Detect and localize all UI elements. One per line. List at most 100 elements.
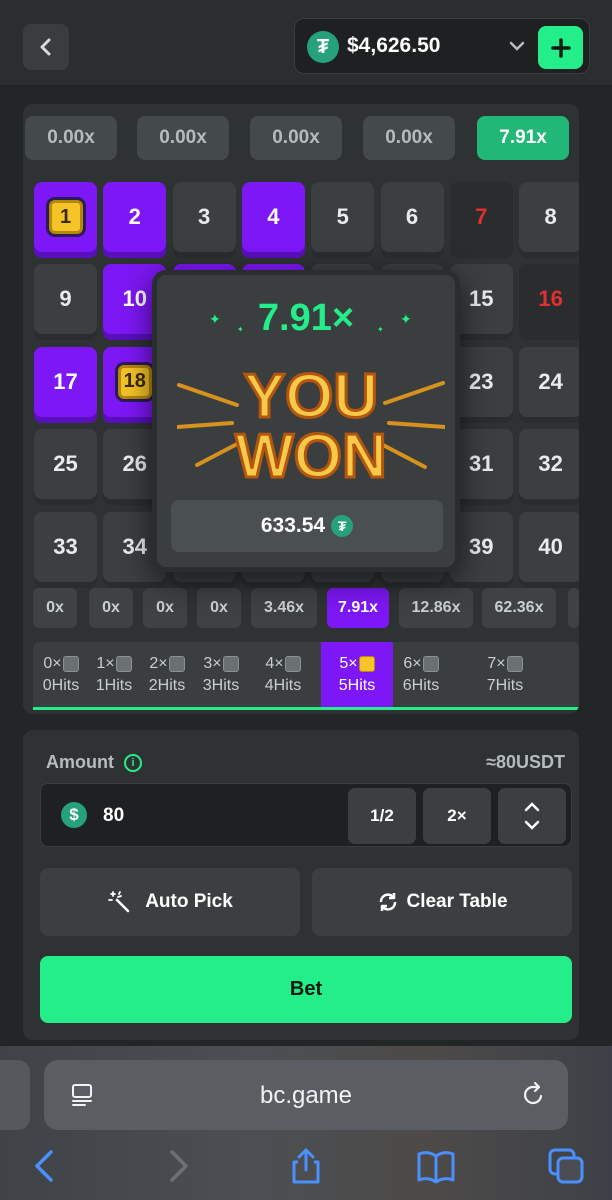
hits-count-label: 3× (203, 654, 222, 672)
payout-multiplier: 0x (89, 588, 133, 628)
keno-tile[interactable]: 33 (34, 511, 97, 588)
payout-multiplier: 0x (143, 588, 187, 628)
payout-multiplier: 62.36x (482, 588, 556, 628)
hits-label: 0Hits (42, 676, 80, 694)
balance-selector[interactable]: ₮ $4,626.50 (294, 18, 590, 74)
hits-count-label: 1× (96, 654, 115, 672)
hits-table: 0× 0Hits 1× 1Hits 2× 2Hits 3× 3Hits 4× 4Hits 5× 5Hi… (33, 642, 579, 710)
history-chip: 0.00x (250, 116, 342, 160)
gem-icon (506, 655, 523, 672)
chevron-down-icon (524, 820, 540, 830)
amount-field: $ 1/2 2× (40, 783, 572, 847)
keno-tile[interactable]: 25 (34, 429, 97, 506)
keno-tile[interactable]: 24 (519, 346, 579, 423)
deposit-button[interactable] (538, 26, 583, 69)
gem-icon: 1 (48, 200, 83, 234)
back-nav-icon[interactable] (25, 1146, 65, 1186)
info-icon[interactable]: i (123, 753, 142, 772)
tabs-icon[interactable] (546, 1146, 586, 1186)
double-button[interactable]: 2× (423, 788, 491, 844)
gem-icon (115, 655, 132, 672)
hits-cell: 5× 5Hits (321, 642, 393, 707)
hits-cell: 0× 0Hits (33, 642, 89, 707)
payout-multiplier: 12.86x (399, 588, 473, 628)
clear-table-button[interactable]: Clear Table (312, 868, 572, 936)
address-bar[interactable]: bc.game (44, 1060, 568, 1130)
previous-tab-edge[interactable] (0, 1060, 30, 1130)
refresh-icon (376, 890, 400, 914)
chevron-left-icon (40, 38, 51, 56)
history-chip: 0.00x (137, 116, 229, 160)
gem-icon (284, 655, 301, 672)
keno-tile[interactable]: 9 (34, 264, 97, 341)
hits-label: 4Hits (264, 676, 302, 694)
hits-label: 3Hits (202, 676, 240, 694)
keno-tile[interactable]: 4 (241, 182, 305, 258)
hits-count-label: 0× (43, 654, 62, 672)
url-text: bc.game (259, 1082, 353, 1109)
plus-icon (550, 37, 571, 58)
you-won-graphic: YOU WON (177, 361, 445, 485)
hits-label: 7Hits (486, 676, 524, 694)
keno-tile[interactable]: 5 (311, 182, 375, 258)
payout-multiplier-overflow (568, 588, 579, 628)
hits-cell: 6× 6Hits (393, 642, 449, 707)
share-icon[interactable] (286, 1146, 326, 1186)
auto-pick-button[interactable]: Auto Pick (40, 868, 300, 936)
keno-tile[interactable]: 3 (172, 182, 236, 258)
tether-icon: ₮ (331, 515, 354, 537)
payout-multiplier: 3.46x (251, 588, 317, 628)
magic-wand-icon (107, 890, 131, 914)
gem-icon (358, 655, 375, 672)
history-chip: 0.00x (25, 116, 117, 160)
hits-cell: 4× 4Hits (255, 642, 311, 707)
gem-icon (62, 655, 79, 672)
balance-amount: $4,626.50 (347, 34, 441, 57)
keno-tile[interactable]: 1 (34, 182, 97, 258)
hits-cell: 1× 1Hits (86, 642, 142, 707)
keno-tile[interactable]: 2 (103, 182, 167, 258)
keno-tile[interactable]: 8 (519, 182, 579, 258)
you-won-line1: YOU (244, 362, 378, 431)
hits-count-label: 7× (487, 654, 506, 672)
history-chip: 7.91x (477, 116, 569, 160)
win-popup: ✦ ✦ ✦ ✦ 7.91× YOU WON 633.54 ₮ (152, 270, 460, 572)
half-button[interactable]: 1/2 (348, 788, 416, 844)
chevron-up-icon (524, 802, 540, 812)
amount-label-row: Amount i (46, 752, 142, 773)
keno-tile[interactable]: 16 (519, 264, 579, 341)
hits-label: 1Hits (95, 676, 133, 694)
amount-label: Amount (46, 752, 114, 772)
hits-label: 5Hits (338, 676, 376, 694)
gem-icon (222, 655, 239, 672)
clear-table-label: Clear Table (406, 891, 508, 912)
bet-button[interactable]: Bet (40, 956, 572, 1023)
bookmarks-icon[interactable] (416, 1146, 456, 1186)
gem-icon (168, 655, 185, 672)
keno-tile[interactable]: 40 (519, 511, 579, 588)
bet-controls: Amount i ≈80USDT $ 1/2 2× Auto Pick Clea… (23, 730, 579, 1040)
payout-multipliers: 0x 0x 0x 0x 3.46x 7.91x 12.86x 62.36x (33, 588, 579, 628)
hits-cell: 7× 7Hits (477, 642, 533, 707)
tether-icon: ₮ (307, 31, 339, 63)
keno-tile[interactable]: 32 (519, 429, 579, 506)
hits-cell: 2× 2Hits (139, 642, 195, 707)
hits-label: 6Hits (402, 676, 440, 694)
keno-tile[interactable]: 6 (380, 182, 444, 258)
hits-count-label: 2× (149, 654, 168, 672)
forward-nav-icon[interactable] (158, 1146, 198, 1186)
win-amount-value: 633.54 (260, 514, 326, 537)
amount-input[interactable] (103, 802, 303, 830)
keno-tile[interactable]: 7 (449, 182, 513, 258)
dollar-icon: $ (61, 802, 87, 828)
amount-stepper[interactable] (498, 788, 566, 844)
result-history: 0.00x 0.00x 0.00x 0.00x 7.91x (23, 116, 579, 160)
payout-multiplier: 0x (197, 588, 241, 628)
back-button[interactable] (23, 24, 69, 70)
top-bar: ₮ $4,626.50 (0, 0, 612, 86)
payout-multiplier: 0x (33, 588, 77, 628)
browser-toolbar: bc.game (0, 1046, 612, 1200)
reload-icon[interactable] (518, 1080, 548, 1110)
win-amount: 633.54 ₮ (171, 500, 443, 552)
keno-tile[interactable]: 17 (34, 346, 97, 423)
